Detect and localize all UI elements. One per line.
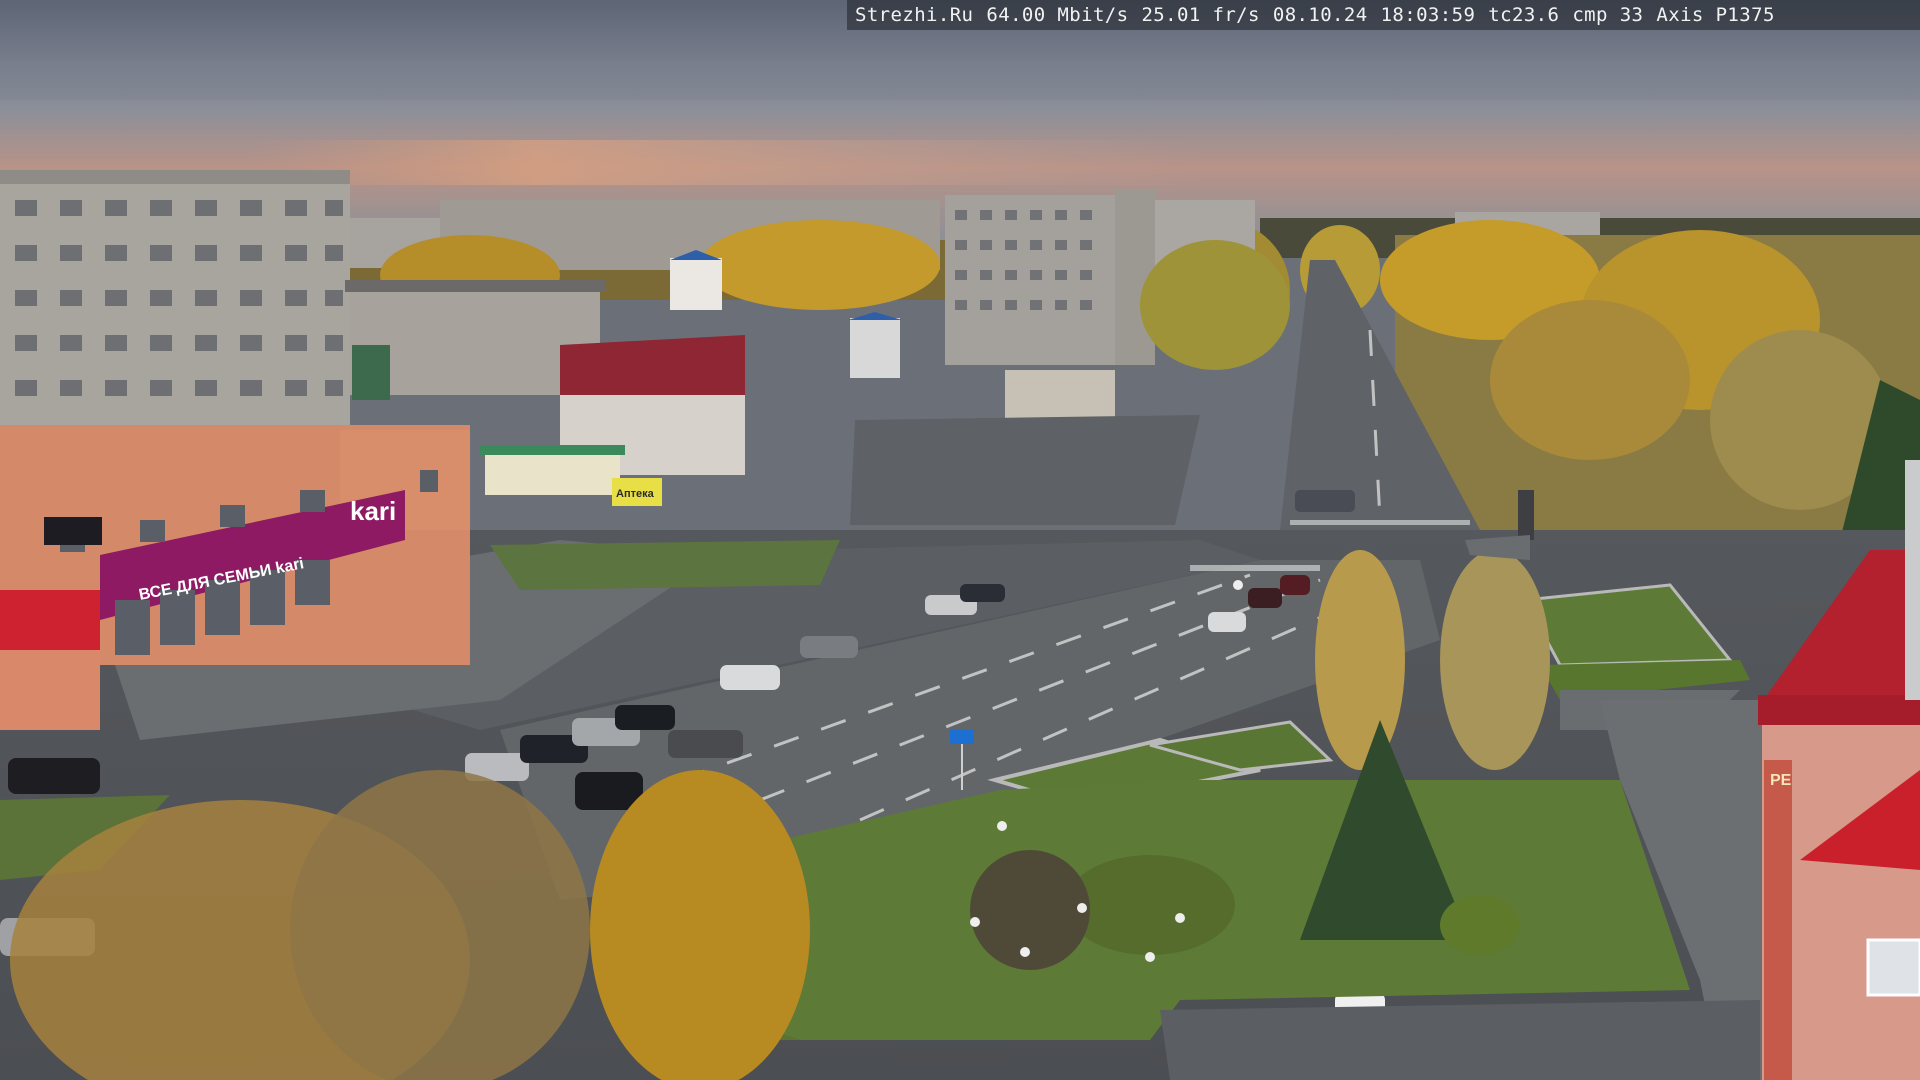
overlay-date: 08.10.24 bbox=[1272, 4, 1368, 26]
overlay-tc: tc23.6 bbox=[1488, 4, 1560, 26]
webcam-scene: kari ВСЕ ДЛЯ СЕМЬИ kari Аптека РЕ bbox=[0, 0, 1920, 1080]
store-brand-sign: kari bbox=[350, 496, 396, 526]
overlay-site: Strezhi.Ru bbox=[855, 4, 974, 26]
foreground-road bbox=[1160, 1000, 1760, 1080]
overlay-cmp: cmp 33 bbox=[1572, 4, 1644, 26]
overlay-camera-model: Axis P1375 bbox=[1656, 4, 1775, 26]
parking-lot bbox=[850, 415, 1200, 525]
overlay-framerate: 25.01 fr/s bbox=[1141, 4, 1260, 26]
pharmacy-sign: Аптека bbox=[616, 488, 655, 500]
overlay-time: 18:03:59 bbox=[1380, 4, 1476, 26]
central-apartment-building bbox=[945, 190, 1290, 420]
right-building-sign: РЕ bbox=[1770, 772, 1792, 789]
overlay-bitrate: 64.00 Mbit/s bbox=[986, 4, 1129, 26]
camera-info-overlay: Strezhi.Ru 64.00 Mbit/s 25.01 fr/s 08.10… bbox=[847, 0, 1920, 30]
